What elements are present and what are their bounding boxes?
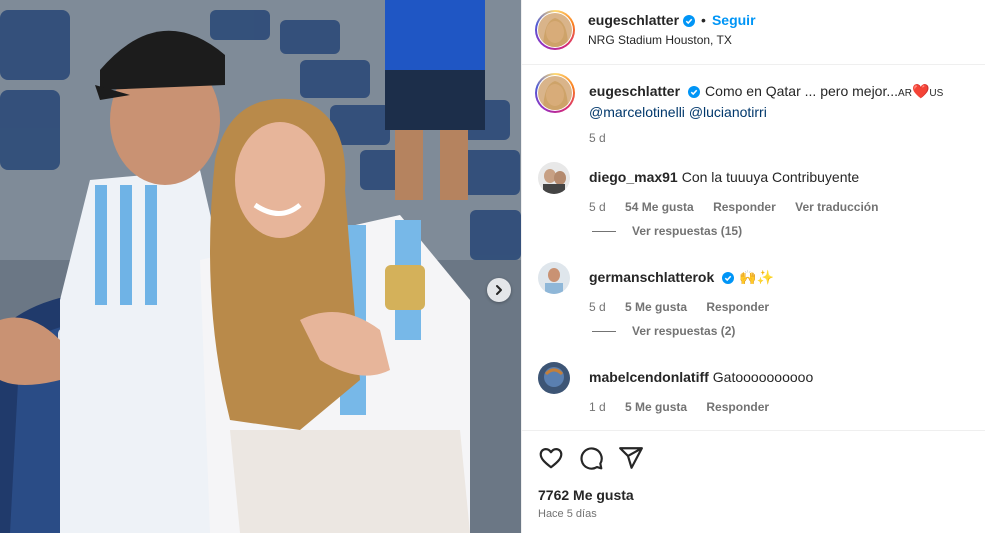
caption-text: Como en Qatar ... pero mejor...	[705, 83, 899, 99]
comment-likes[interactable]: 5 Me gusta	[625, 300, 687, 314]
comments-list[interactable]: eugeschlatter Como en Qatar ... pero mejo…	[522, 65, 985, 429]
comment-time[interactable]: 5 d	[589, 300, 606, 314]
translate-button[interactable]: Ver traducción	[795, 200, 878, 214]
comment-username[interactable]: diego_max91	[589, 169, 678, 185]
comment-username[interactable]: mabelcendonlatiff	[589, 369, 709, 385]
share-icon	[619, 447, 643, 469]
comment-time[interactable]: 1 d	[589, 400, 606, 414]
comment-text: 🙌✨	[739, 269, 775, 285]
photo-illustration	[0, 0, 521, 533]
post-header: eugeschlatter • Seguir NRG Stadium Houston…	[522, 0, 985, 65]
share-button[interactable]	[618, 445, 644, 471]
comment-text: Con la tuuuya Contribuyente	[681, 169, 860, 185]
avatar-image	[538, 162, 570, 194]
author-username[interactable]: eugeschlatter	[588, 12, 679, 28]
view-replies-button[interactable]: Ver respuestas (2)	[592, 324, 735, 338]
like-button[interactable]	[538, 445, 564, 471]
mention-link[interactable]: @marcelotinelli	[589, 104, 685, 120]
mention-link[interactable]: @lucianotirri	[689, 104, 767, 120]
like-count[interactable]: 7762 Me gusta	[538, 487, 634, 503]
avatar-image	[538, 13, 572, 47]
post-side-panel: eugeschlatter • Seguir NRG Stadium Houston…	[521, 0, 985, 533]
comment-likes[interactable]: 54 Me gusta	[625, 200, 694, 214]
avatar-image	[538, 362, 570, 394]
reply-button[interactable]: Responder	[706, 300, 769, 314]
commenter-avatar[interactable]	[538, 262, 570, 294]
comment-row: diego_max91 Con la tuuuya Contribuyente 5…	[538, 162, 978, 214]
comment-row: mabelcendonlatiff Gatoooooooooo 1 d 5 Me …	[538, 362, 978, 414]
commenter-avatar[interactable]	[538, 162, 570, 194]
separator-dot: •	[701, 12, 706, 28]
comment-text: Gatoooooooooo	[712, 369, 814, 385]
comment-username[interactable]: germanschlatterok	[589, 269, 714, 285]
verified-badge-icon	[688, 86, 701, 98]
comment-icon	[580, 447, 603, 470]
caption-row: eugeschlatter Como en Qatar ... pero mejo…	[535, 73, 978, 146]
post-location[interactable]: NRG Stadium Houston, TX	[588, 33, 732, 47]
reply-button[interactable]: Responder	[706, 400, 769, 414]
avatar-image	[538, 262, 570, 294]
follow-button[interactable]: Seguir	[712, 12, 756, 28]
replies-divider	[592, 230, 616, 232]
comment-row: germanschlatterok 🙌✨ 5 d 5 Me gusta Respo…	[538, 262, 978, 314]
view-replies-label: Ver respuestas (2)	[632, 324, 736, 338]
post-photo[interactable]	[0, 0, 521, 533]
comment-time[interactable]: 5 d	[589, 200, 606, 214]
reply-button[interactable]: Responder	[713, 200, 776, 214]
view-replies-label: Ver respuestas (15)	[632, 224, 743, 238]
commenter-avatar[interactable]	[538, 362, 570, 394]
caption-avatar[interactable]	[535, 73, 575, 113]
post-actions: 7762 Me gusta Hace 5 días	[522, 430, 985, 534]
replies-divider	[592, 330, 616, 332]
comment-button[interactable]	[578, 445, 604, 471]
avatar-image	[538, 76, 572, 110]
post-time[interactable]: Hace 5 días	[538, 508, 597, 520]
caption-flag-ar: AR	[898, 88, 912, 99]
author-avatar[interactable]	[535, 10, 575, 50]
caption-heart-emoji: ❤️	[911, 83, 930, 99]
chevron-right-icon	[496, 285, 502, 295]
next-photo-button[interactable]	[487, 278, 511, 302]
caption-flag-us: US	[929, 88, 944, 99]
view-replies-button[interactable]: Ver respuestas (15)	[592, 224, 742, 238]
caption-time[interactable]: 5 d	[589, 131, 606, 145]
caption-username[interactable]: eugeschlatter	[589, 83, 680, 99]
heart-icon	[539, 448, 563, 469]
comment-likes[interactable]: 5 Me gusta	[625, 400, 687, 414]
verified-badge-icon	[722, 272, 735, 284]
verified-badge-icon	[683, 15, 696, 27]
